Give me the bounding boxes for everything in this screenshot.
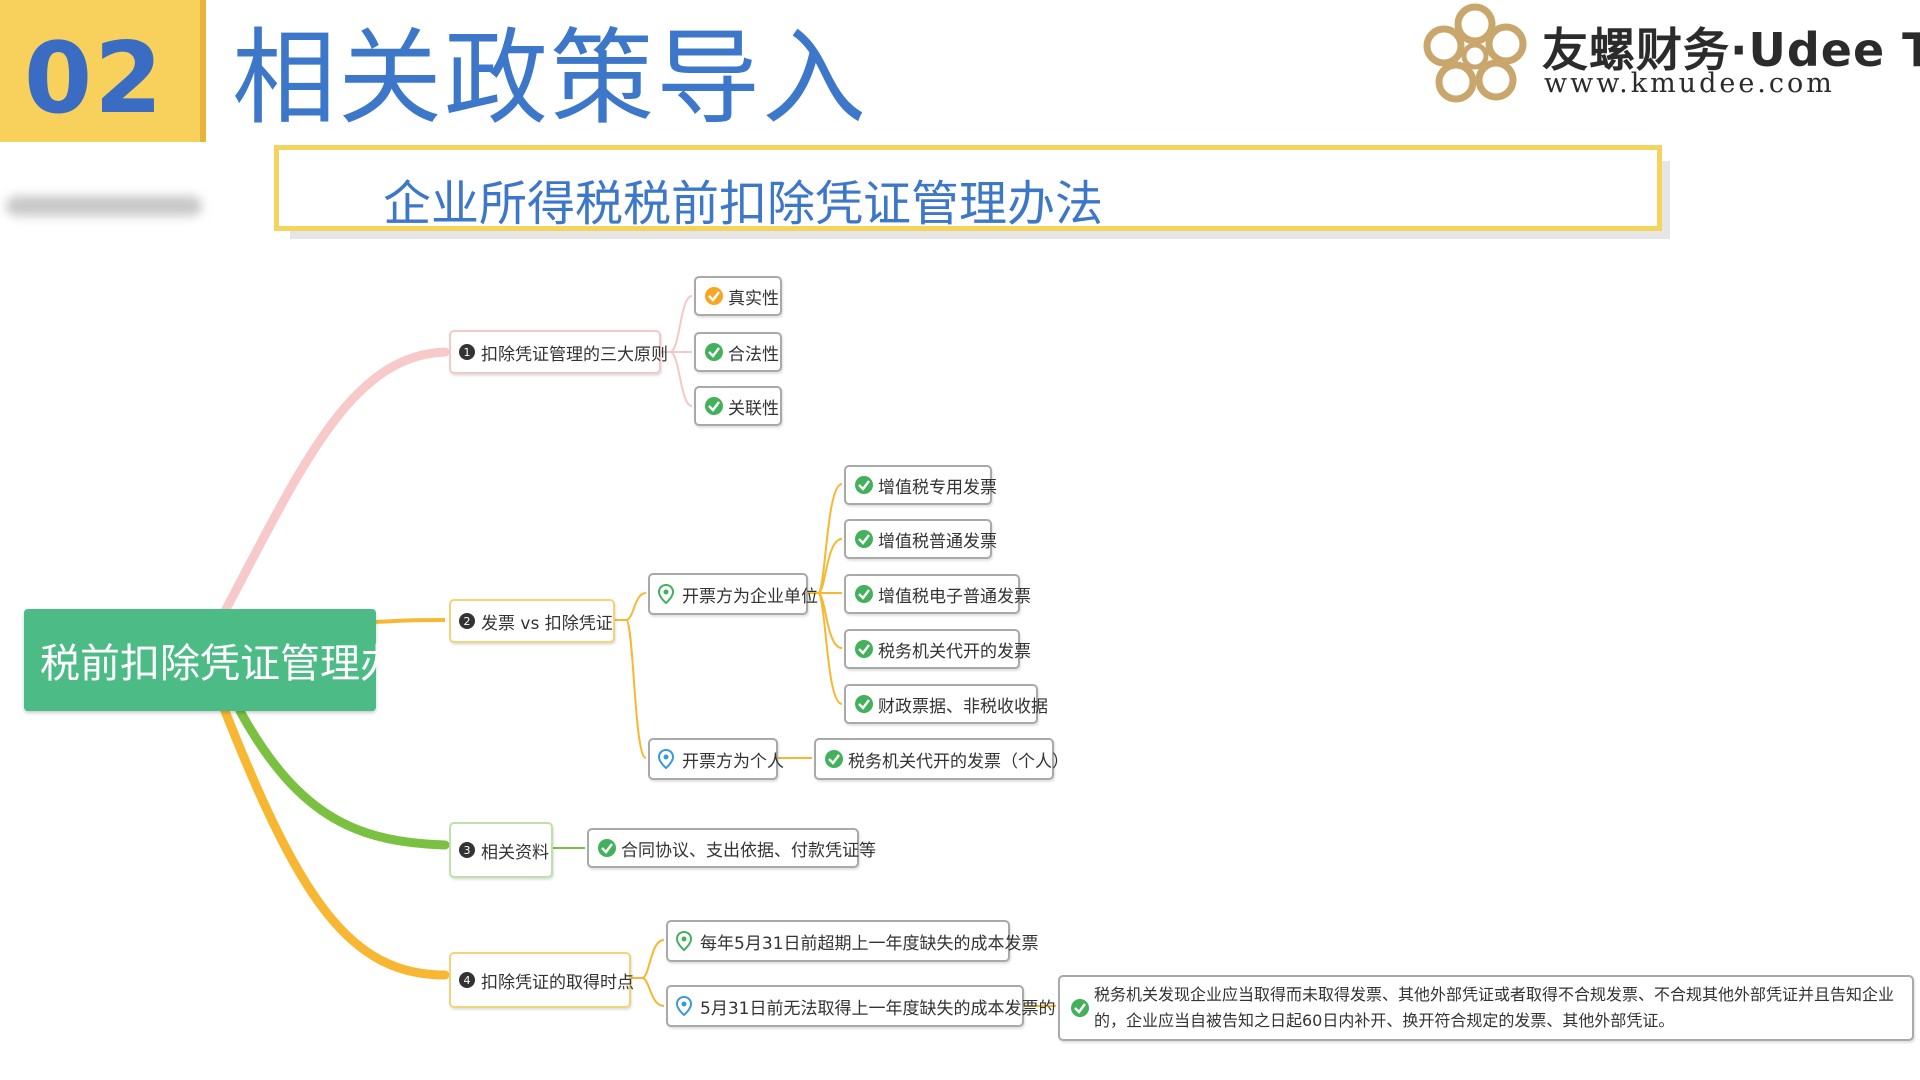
group-enterprise-issuer[interactable]: 开票方为企业单位 xyxy=(648,573,818,615)
branch-invoice-vs-voucher[interactable]: 2 发票 vs 扣除凭证 xyxy=(449,599,615,643)
item-label: 税务机关代开的发票 xyxy=(878,641,1031,662)
item-label: 税务机关代开的发票（个人） xyxy=(848,751,1069,772)
item-label: 关联性 xyxy=(728,398,779,419)
check-green-icon xyxy=(855,476,873,494)
group-before-may31[interactable]: 每年5月31日前超期上一年度缺失的成本发票 xyxy=(666,920,1038,962)
item-vat-general-invoice[interactable]: 增值税普通发票 xyxy=(844,519,997,559)
check-green-icon xyxy=(705,343,723,361)
group-label: 5月31日前无法取得上一年度缺失的成本发票的 xyxy=(700,998,1056,1019)
branch-related-materials[interactable]: 3 相关资料 xyxy=(449,822,553,878)
branch-acquisition-timing[interactable]: 4 扣除凭证的取得时点 xyxy=(449,952,634,1008)
check-orange-icon xyxy=(705,287,723,305)
item-tax-office-invoice[interactable]: 税务机关代开的发票 xyxy=(844,629,1031,669)
location-pin-blue-icon xyxy=(676,996,692,1016)
check-green-icon xyxy=(705,397,723,415)
item-label: 税务机关发现企业应当取得而未取得发票、其他外部凭证或者取得不合规发票、不合规其他… xyxy=(1094,985,1895,1030)
item-label: 增值税电子普通发票 xyxy=(878,586,1031,607)
item-label: 财政票据、非税收收据 xyxy=(878,696,1048,717)
check-green-icon xyxy=(855,640,873,658)
item-label: 合法性 xyxy=(728,344,779,365)
item-label: 真实性 xyxy=(728,288,779,309)
number-3-badge: 3 xyxy=(459,842,475,858)
branch-principles[interactable]: 1 扣除凭证管理的三大原则 xyxy=(449,330,668,374)
root-label: 税前扣除凭证管理办法 xyxy=(40,641,440,687)
check-green-icon xyxy=(855,530,873,548)
location-pin-blue-icon xyxy=(658,749,674,769)
group-individual-issuer[interactable]: 开票方为个人 xyxy=(648,738,784,780)
item-vat-special-invoice[interactable]: 增值税专用发票 xyxy=(844,465,997,505)
check-green-icon xyxy=(855,585,873,603)
number-4-badge: 4 xyxy=(459,972,475,988)
item-fiscal-receipt[interactable]: 财政票据、非税收收据 xyxy=(844,684,1048,724)
item-authenticity[interactable]: 真实性 xyxy=(694,276,782,316)
number-2-badge: 2 xyxy=(459,613,475,629)
check-green-icon xyxy=(855,695,873,713)
item-relevance[interactable]: 关联性 xyxy=(694,386,782,426)
branch-label: 扣除凭证的取得时点 xyxy=(481,972,634,993)
location-pin-green-icon xyxy=(658,584,674,604)
item-tax-office-notice[interactable]: 税务机关发现企业应当取得而未取得发票、其他外部凭证或者取得不合规发票、不合规其他… xyxy=(1058,975,1914,1041)
item-label: 增值税专用发票 xyxy=(878,477,997,498)
branch-label: 相关资料 xyxy=(481,842,549,863)
group-label: 开票方为个人 xyxy=(682,751,784,772)
mindmap-root[interactable]: 税前扣除凭证管理办法 xyxy=(24,609,440,711)
check-green-icon xyxy=(825,750,843,768)
item-vat-electronic-invoice[interactable]: 增值税电子普通发票 xyxy=(844,574,1031,614)
item-tax-office-invoice-individual[interactable]: 税务机关代开的发票（个人） xyxy=(814,738,1069,780)
group-unable-before-may31[interactable]: 5月31日前无法取得上一年度缺失的成本发票的 xyxy=(666,985,1055,1027)
item-contracts[interactable]: 合同协议、支出依据、付款凭证等 xyxy=(587,828,876,868)
check-green-icon xyxy=(1071,999,1089,1017)
item-label: 增值税普通发票 xyxy=(878,531,997,552)
check-green-icon xyxy=(598,839,616,857)
item-legality[interactable]: 合法性 xyxy=(694,332,782,372)
branch-label: 发票 vs 扣除凭证 xyxy=(481,613,613,634)
group-label: 开票方为企业单位 xyxy=(682,586,818,607)
location-pin-green-icon xyxy=(676,931,692,951)
item-label: 合同协议、支出依据、付款凭证等 xyxy=(621,840,876,861)
number-1-badge: 1 xyxy=(459,344,475,360)
group-label: 每年5月31日前超期上一年度缺失的成本发票 xyxy=(700,933,1039,954)
branch-label: 扣除凭证管理的三大原则 xyxy=(481,344,668,365)
